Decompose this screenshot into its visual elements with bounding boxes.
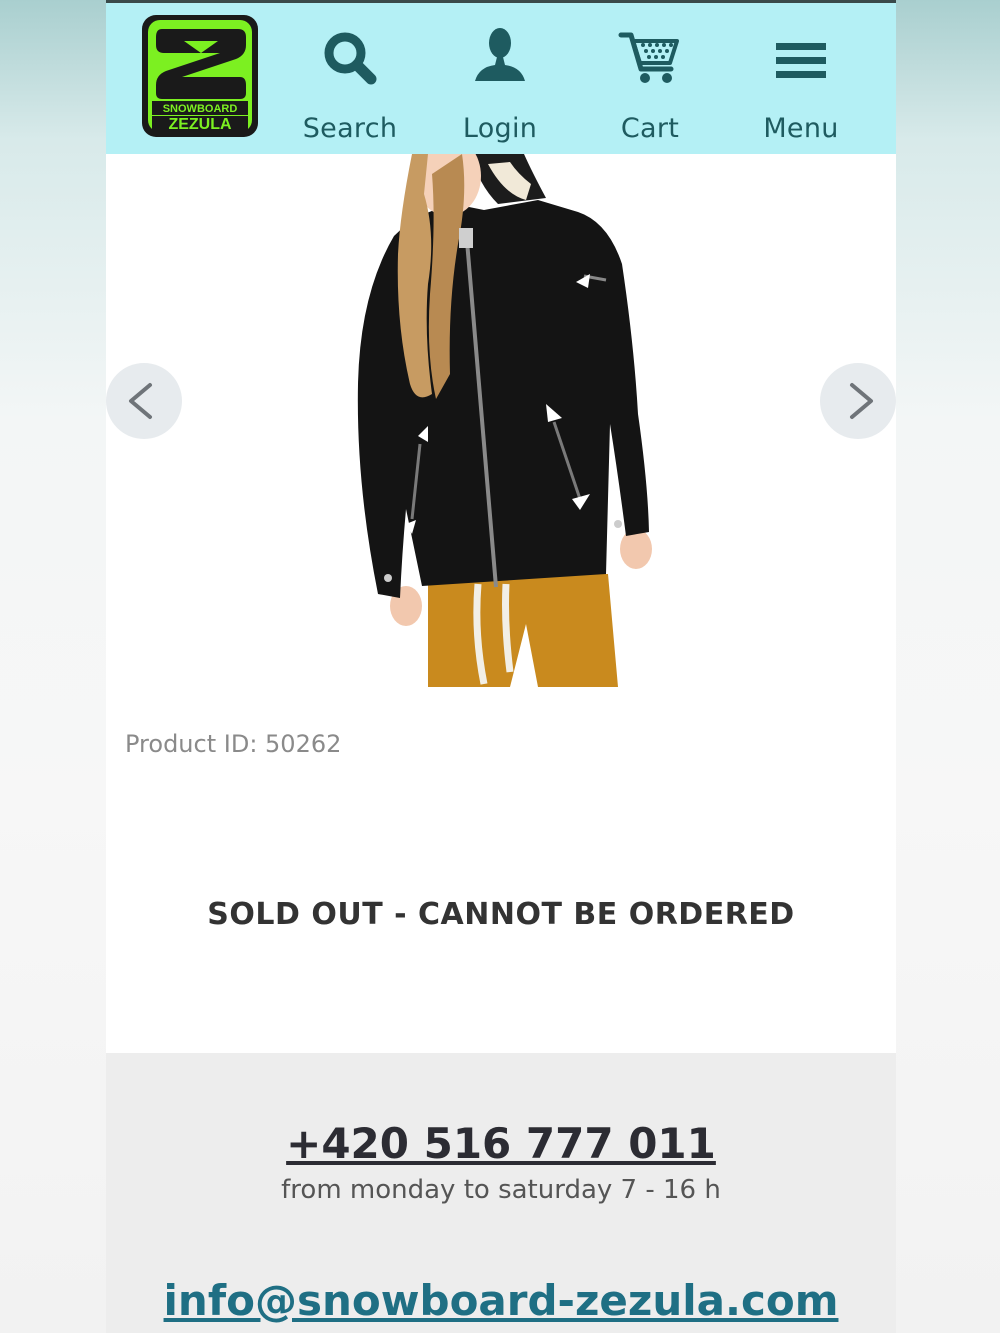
hamburger-menu-icon	[776, 43, 826, 78]
snowboard-zezula-logo-icon: SNOWBOARD ZEZULA	[142, 15, 258, 137]
nav-login-label: Login	[462, 113, 538, 144]
user-icon	[475, 28, 525, 81]
logo-text-bottom: ZEZULA	[168, 116, 232, 133]
site-logo[interactable]: SNOWBOARD ZEZULA	[142, 15, 258, 137]
carousel-prev-button[interactable]	[106, 363, 182, 439]
opening-hours: from monday to saturday 7 - 16 h	[281, 1175, 721, 1205]
nav-login-button[interactable]: Login	[435, 25, 565, 145]
product-id: Product ID: 50262	[125, 730, 342, 758]
contact-footer: +420 516 777 011 from monday to saturday…	[106, 1053, 896, 1333]
chevron-right-icon	[850, 383, 873, 419]
logo-text-top: SNOWBOARD	[163, 103, 238, 115]
page: SNOWBOARD ZEZULA Search Login Cart Menu …	[106, 0, 896, 1333]
nav-menu-button[interactable]: Menu	[736, 25, 866, 145]
site-header: SNOWBOARD ZEZULA Search Login Cart Menu	[106, 3, 896, 154]
nav-search-button[interactable]: Search	[285, 25, 415, 145]
nav-menu-label: Menu	[763, 113, 839, 144]
email-link[interactable]: info@snowboard-zezula.com	[106, 1276, 896, 1325]
chevron-left-icon	[129, 383, 152, 419]
nav-cart-label: Cart	[620, 113, 680, 144]
carousel-next-button[interactable]	[820, 363, 896, 439]
sold-out-status: SOLD OUT - CANNOT BE ORDERED	[207, 897, 795, 932]
nav-cart-button[interactable]: Cart	[585, 25, 715, 145]
product-photo-jacket[interactable]	[106, 154, 896, 687]
nav-search-label: Search	[302, 113, 398, 144]
cart-icon	[618, 32, 679, 83]
search-icon	[324, 32, 377, 85]
phone-link[interactable]: +420 516 777 011	[106, 1119, 896, 1168]
product-image-carousel	[106, 154, 896, 687]
